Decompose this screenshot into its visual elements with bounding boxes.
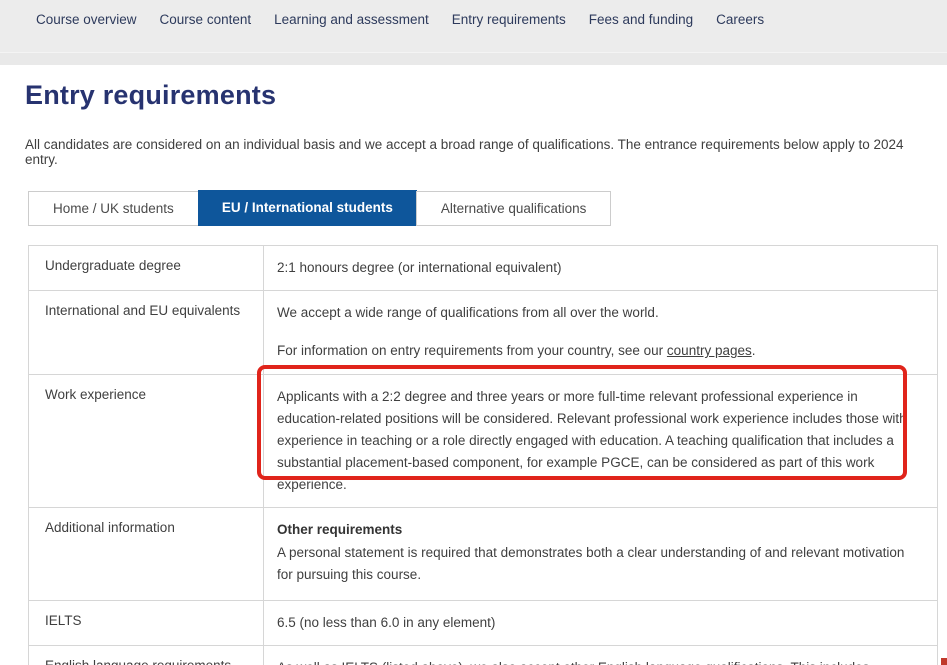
row-label: Undergraduate degree [29, 246, 264, 290]
nav-item-careers[interactable]: Careers [716, 12, 764, 27]
entry-requirements-table: Undergraduate degree 2:1 honours degree … [28, 245, 938, 665]
row-label: Work experience [29, 375, 264, 507]
table-row-international-and-eu-equivalents: International and EU equivalents We acce… [29, 290, 937, 374]
row-content: Other requirementsA personal statement i… [264, 508, 937, 600]
table-row-additional-information: Additional information Other requirement… [29, 507, 937, 600]
tab-home-uk-students[interactable]: Home / UK students [28, 191, 199, 226]
row-content: As well as IELTS (listed above), we also… [264, 646, 937, 665]
page-title: Entry requirements [25, 80, 947, 111]
row-label: International and EU equivalents [29, 291, 264, 374]
row-label: English language requirements [29, 646, 264, 665]
english-language-qualifications-link[interactable]: English language qualifications [598, 660, 783, 665]
header-bottom-strip [0, 52, 947, 65]
row-content: We accept a wide range of qualifications… [264, 291, 937, 374]
course-nav: Course overview Course content Learning an… [0, 0, 947, 27]
main-content: Entry requirements All candidates are co… [0, 80, 947, 665]
nav-item-course-content[interactable]: Course content [160, 12, 252, 27]
row-content: 6.5 (no less than 6.0 in any element) [264, 601, 937, 645]
table-row-english-language-requirements: English language requirements As well as… [29, 645, 937, 665]
red-corner-artifact [941, 658, 947, 665]
nav-item-course-overview[interactable]: Course overview [36, 12, 137, 27]
row-content: 2:1 honours degree (or international equ… [264, 246, 937, 290]
tab-eu-international-students[interactable]: EU / International students [198, 190, 417, 226]
row-label: Additional information [29, 508, 264, 600]
table-row-ielts: IELTS 6.5 (no less than 6.0 in any eleme… [29, 600, 937, 645]
row-content: Applicants with a 2:2 degree and three y… [264, 375, 937, 507]
table-row-work-experience: Work experience Applicants with a 2:2 de… [29, 374, 937, 507]
nav-item-entry-requirements[interactable]: Entry requirements [452, 12, 566, 27]
course-nav-bar: Course overview Course content Learning an… [0, 0, 947, 65]
table-row-undergraduate-degree: Undergraduate degree 2:1 honours degree … [29, 246, 937, 290]
nav-item-fees-and-funding[interactable]: Fees and funding [589, 12, 693, 27]
student-type-tabs: Home / UK studentsEU / International stu… [28, 190, 947, 226]
country-pages-link[interactable]: country pages [667, 343, 752, 358]
tab-alternative-qualifications[interactable]: Alternative qualifications [416, 191, 612, 226]
nav-item-learning-and-assessment[interactable]: Learning and assessment [274, 12, 429, 27]
intro-text: All candidates are considered on an indi… [25, 137, 925, 167]
row-label: IELTS [29, 601, 264, 645]
